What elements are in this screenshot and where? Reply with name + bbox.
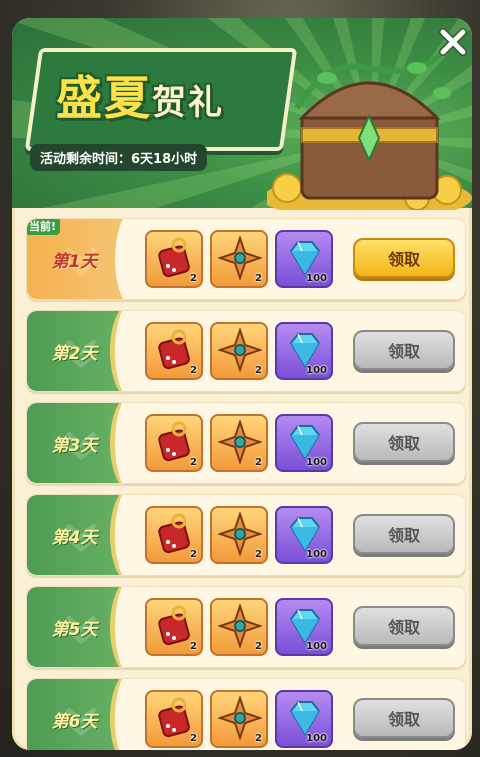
reward-slot[interactable]: 100 [275, 506, 333, 564]
reward-count: 2 [255, 549, 262, 560]
day-tab: 第5天 [27, 587, 135, 667]
timer-label: 活动剩余时间： [40, 152, 132, 167]
reward-count: 2 [255, 733, 262, 744]
claim-button[interactable]: 领取 [353, 330, 455, 370]
reward-slot[interactable]: 100 [275, 230, 333, 288]
reward-slot[interactable]: 100 [275, 414, 333, 472]
reward-count: 2 [190, 733, 197, 744]
event-title-main: 盛夏 [56, 71, 152, 125]
day-label: 第4天 [51, 527, 98, 548]
reward-count: 100 [306, 733, 327, 744]
reward-slot[interactable]: 100 [275, 690, 333, 748]
daily-reward-list[interactable]: 第1天 当前! 2 2 100 领取 第2天 2 2 100 领取 第3天 2 … [26, 218, 466, 750]
day-row: 第6天 2 2 100 领取 [26, 678, 466, 750]
day-row: 第4天 2 2 100 领取 [26, 494, 466, 576]
day-tab-today: 第1天 当前! [27, 219, 135, 299]
claim-button[interactable]: 领取 [353, 514, 455, 554]
reward-count: 2 [255, 457, 262, 468]
reward-count: 100 [306, 273, 327, 284]
reward-count: 2 [190, 457, 197, 468]
reward-slot[interactable]: 2 [210, 506, 268, 564]
reward-slot[interactable]: 2 [145, 230, 203, 288]
reward-slot[interactable]: 2 [210, 322, 268, 380]
day-label: 第2天 [51, 343, 98, 364]
day-row: 第2天 2 2 100 领取 [26, 310, 466, 392]
reward-slot[interactable]: 2 [145, 690, 203, 748]
reward-count: 100 [306, 365, 327, 376]
reward-count: 2 [255, 641, 262, 652]
reward-slot[interactable]: 2 [145, 322, 203, 380]
event-header: 盛夏贺礼 活动剩余时间：6天18小时 [12, 18, 472, 210]
timer-value: 6天18小时 [131, 152, 198, 167]
close-icon[interactable] [437, 26, 469, 58]
reward-slot[interactable]: 2 [210, 230, 268, 288]
event-timer: 活动剩余时间：6天18小时 [30, 144, 208, 171]
event-title: 盛夏贺礼 [56, 62, 224, 128]
day-tab: 第3天 [27, 403, 135, 483]
reward-count: 2 [190, 641, 197, 652]
claim-button[interactable]: 领取 [353, 698, 455, 738]
claim-button[interactable]: 领取 [353, 606, 455, 646]
reward-count: 2 [190, 365, 197, 376]
reward-count: 100 [306, 549, 327, 560]
treasure-chest-icon [267, 50, 472, 210]
reward-slot[interactable]: 100 [275, 598, 333, 656]
reward-count: 2 [190, 549, 197, 560]
claim-button[interactable]: 领取 [353, 238, 455, 278]
day-label: 第6天 [51, 711, 98, 732]
reward-slot[interactable]: 2 [145, 414, 203, 472]
reward-count: 100 [306, 641, 327, 652]
reward-count: 2 [255, 365, 262, 376]
reward-slot[interactable]: 2 [210, 598, 268, 656]
day-tab: 第4天 [27, 495, 135, 575]
reward-count: 2 [190, 273, 197, 284]
event-title-sub: 贺礼 [152, 83, 224, 123]
today-badge: 当前! [27, 219, 61, 235]
reward-slot[interactable]: 2 [145, 506, 203, 564]
reward-slot[interactable]: 2 [210, 690, 268, 748]
day-label: 第5天 [51, 619, 98, 640]
reward-count: 100 [306, 457, 327, 468]
event-panel: 盛夏贺礼 活动剩余时间：6天18小时 第1天 当前! 2 2 100 领取 第2… [12, 18, 472, 750]
day-tab: 第6天 [27, 679, 135, 750]
day-row: 第1天 当前! 2 2 100 领取 [26, 218, 466, 300]
day-row: 第3天 2 2 100 领取 [26, 402, 466, 484]
reward-count: 2 [255, 273, 262, 284]
reward-slot[interactable]: 100 [275, 322, 333, 380]
claim-button[interactable]: 领取 [353, 422, 455, 462]
day-tab: 第2天 [27, 311, 135, 391]
reward-slot[interactable]: 2 [145, 598, 203, 656]
day-label: 第3天 [51, 435, 98, 456]
reward-slot[interactable]: 2 [210, 414, 268, 472]
day-row: 第5天 2 2 100 领取 [26, 586, 466, 668]
